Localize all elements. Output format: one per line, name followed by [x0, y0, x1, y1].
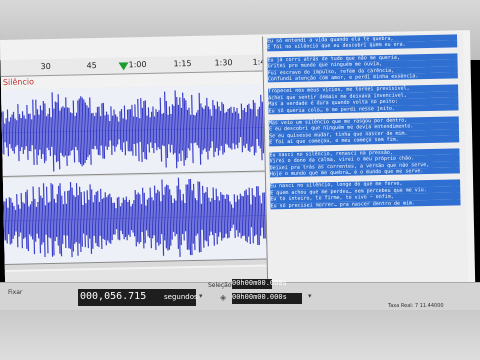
snap-label: Fixar [8, 289, 23, 296]
ruler-tick: 1:15 [173, 58, 192, 69]
track-area[interactable] [1, 84, 275, 270]
dropdown-arrow-icon[interactable]: ▾ [199, 292, 203, 300]
timeline-ruler[interactable]: 30 45 1:00 1:15 1:30 1:45 [0, 54, 271, 77]
photo-frame: 30 45 1:00 1:15 1:30 1:45 Silêncio Eu só… [0, 0, 480, 360]
ruler-tick: 1:00 [128, 59, 147, 70]
selection-start-value: 00h00m00.000s [232, 279, 287, 287]
waveform-left [1, 90, 272, 172]
waveform-right [2, 177, 274, 258]
audio-position-display[interactable]: 000,056.715 segundos [78, 289, 198, 306]
lyrics-stanza: Mas veio um silêncio que me rasgou por d… [268, 116, 460, 147]
lyrics-stanza: Eu já corri atrás de tudo que não me que… [267, 53, 458, 83]
track-name-label: Silêncio [2, 77, 35, 87]
selection-end-display[interactable]: 00h00m00.000s [232, 293, 302, 304]
lyrics-stanza: Eu só entendi a vida quando ela te quebr… [267, 34, 458, 52]
selection-end-value: 00h00m00.000s [232, 293, 287, 301]
selection-start-display[interactable]: 00h00m00.000s [232, 279, 287, 289]
selection-toggle-icon[interactable]: ◈ [220, 293, 226, 302]
audio-position-unit: segundos [164, 293, 198, 301]
lyrics-stanza: Eu nasci no silêncio, renasci na pressão… [269, 148, 460, 178]
rate-text: Taxa Real: 7 11.44000 [388, 303, 444, 309]
ruler-tick: 30 [40, 61, 51, 72]
lyrics-stanza: Eu nasci no silêncio, longe do que me fe… [270, 179, 461, 210]
audio-editor-window: 30 45 1:00 1:15 1:30 1:45 Silêncio Eu só… [0, 30, 476, 310]
ruler-tick: 45 [86, 60, 97, 71]
lyrics-panel[interactable]: Eu só entendi a vida quando ela te quebr… [261, 32, 469, 305]
waveform-channel-right[interactable] [2, 172, 275, 265]
dropdown-arrow-icon[interactable]: ▾ [308, 292, 312, 300]
lyrics-stanza: Tropecei nos meus vícios, me tornei prev… [268, 84, 459, 115]
lyrics-text[interactable]: Eu só entendi a vida quando ela te quebr… [267, 34, 461, 215]
audio-position-value: 000,056.715 [80, 291, 147, 302]
playhead-marker[interactable] [118, 62, 129, 71]
monitor-bezel-bottom [0, 310, 480, 360]
selection-toolbar: Fixar 000,056.715 segundos ▾ Seleção ◈ 0… [0, 279, 480, 311]
waveform-channel-left[interactable] [1, 84, 273, 177]
ruler-tick: 1:30 [214, 58, 233, 68]
selection-label: Seleção [208, 282, 232, 289]
